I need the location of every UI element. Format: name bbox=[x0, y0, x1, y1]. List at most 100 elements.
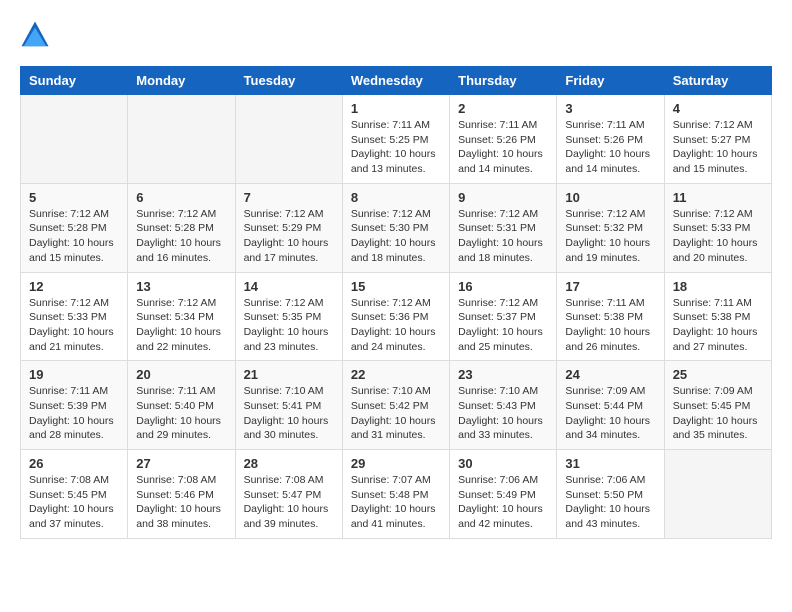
week-row-4: 19Sunrise: 7:11 AM Sunset: 5:39 PM Dayli… bbox=[21, 361, 772, 450]
day-info: Sunrise: 7:11 AM Sunset: 5:38 PM Dayligh… bbox=[673, 296, 763, 355]
day-info: Sunrise: 7:08 AM Sunset: 5:46 PM Dayligh… bbox=[136, 473, 226, 532]
day-number: 17 bbox=[565, 279, 655, 294]
day-info: Sunrise: 7:09 AM Sunset: 5:44 PM Dayligh… bbox=[565, 384, 655, 443]
day-cell: 9 Sunrise: 7:12 AM Sunset: 5:31 PM Daylig… bbox=[450, 183, 557, 272]
day-info: Sunrise: 7:12 AM Sunset: 5:28 PM Dayligh… bbox=[29, 207, 119, 266]
day-cell: 19Sunrise: 7:11 AM Sunset: 5:39 PM Dayli… bbox=[21, 361, 128, 450]
day-info: Sunrise: 7:10 AM Sunset: 5:41 PM Dayligh… bbox=[244, 384, 334, 443]
day-number: 10 bbox=[565, 190, 655, 205]
day-number: 23 bbox=[458, 367, 548, 382]
day-info: Sunrise: 7:08 AM Sunset: 5:45 PM Dayligh… bbox=[29, 473, 119, 532]
logo-icon bbox=[20, 20, 50, 50]
day-cell bbox=[235, 95, 342, 184]
day-number: 6 bbox=[136, 190, 226, 205]
day-cell: 1 Sunrise: 7:11 AM Sunset: 5:25 PM Daylig… bbox=[342, 95, 449, 184]
day-number: 4 bbox=[673, 101, 763, 116]
day-info: Sunrise: 7:11 AM Sunset: 5:25 PM Dayligh… bbox=[351, 118, 441, 177]
day-number: 3 bbox=[565, 101, 655, 116]
day-number: 30 bbox=[458, 456, 548, 471]
day-cell: 13Sunrise: 7:12 AM Sunset: 5:34 PM Dayli… bbox=[128, 272, 235, 361]
day-info: Sunrise: 7:07 AM Sunset: 5:48 PM Dayligh… bbox=[351, 473, 441, 532]
day-cell: 18 Sunrise: 7:11 AM Sunset: 5:38 PM Dayli… bbox=[664, 272, 771, 361]
day-number: 12 bbox=[29, 279, 119, 294]
col-header-thursday: Thursday bbox=[450, 67, 557, 95]
day-cell: 7 Sunrise: 7:12 AM Sunset: 5:29 PM Daylig… bbox=[235, 183, 342, 272]
day-info: Sunrise: 7:10 AM Sunset: 5:42 PM Dayligh… bbox=[351, 384, 441, 443]
day-cell bbox=[128, 95, 235, 184]
day-cell: 20Sunrise: 7:11 AM Sunset: 5:40 PM Dayli… bbox=[128, 361, 235, 450]
day-cell: 30 Sunrise: 7:06 AM Sunset: 5:49 PM Dayli… bbox=[450, 450, 557, 539]
day-number: 16 bbox=[458, 279, 548, 294]
day-cell: 6Sunrise: 7:12 AM Sunset: 5:28 PM Daylig… bbox=[128, 183, 235, 272]
logo bbox=[20, 20, 54, 50]
day-cell: 24Sunrise: 7:09 AM Sunset: 5:44 PM Dayli… bbox=[557, 361, 664, 450]
col-header-sunday: Sunday bbox=[21, 67, 128, 95]
day-number: 28 bbox=[244, 456, 334, 471]
day-cell: 16 Sunrise: 7:12 AM Sunset: 5:37 PM Dayli… bbox=[450, 272, 557, 361]
day-cell: 27 Sunrise: 7:08 AM Sunset: 5:46 PM Dayli… bbox=[128, 450, 235, 539]
day-number: 1 bbox=[351, 101, 441, 116]
day-number: 31 bbox=[565, 456, 655, 471]
day-cell: 15 Sunrise: 7:12 AM Sunset: 5:36 PM Dayli… bbox=[342, 272, 449, 361]
day-number: 8 bbox=[351, 190, 441, 205]
day-cell: 26 Sunrise: 7:08 AM Sunset: 5:45 PM Dayli… bbox=[21, 450, 128, 539]
week-row-5: 26 Sunrise: 7:08 AM Sunset: 5:45 PM Dayli… bbox=[21, 450, 772, 539]
day-info: Sunrise: 7:11 AM Sunset: 5:39 PM Dayligh… bbox=[29, 384, 119, 443]
col-header-friday: Friday bbox=[557, 67, 664, 95]
day-number: 22 bbox=[351, 367, 441, 382]
day-info: Sunrise: 7:06 AM Sunset: 5:49 PM Dayligh… bbox=[458, 473, 548, 532]
col-header-saturday: Saturday bbox=[664, 67, 771, 95]
day-info: Sunrise: 7:12 AM Sunset: 5:31 PM Dayligh… bbox=[458, 207, 548, 266]
calendar-table: SundayMondayTuesdayWednesdayThursdayFrid… bbox=[20, 66, 772, 539]
day-number: 7 bbox=[244, 190, 334, 205]
day-number: 11 bbox=[673, 190, 763, 205]
day-cell: 14Sunrise: 7:12 AM Sunset: 5:35 PM Dayli… bbox=[235, 272, 342, 361]
day-number: 29 bbox=[351, 456, 441, 471]
day-cell: 5 Sunrise: 7:12 AM Sunset: 5:28 PM Daylig… bbox=[21, 183, 128, 272]
day-info: Sunrise: 7:12 AM Sunset: 5:36 PM Dayligh… bbox=[351, 296, 441, 355]
day-cell: 22 Sunrise: 7:10 AM Sunset: 5:42 PM Dayli… bbox=[342, 361, 449, 450]
day-info: Sunrise: 7:11 AM Sunset: 5:26 PM Dayligh… bbox=[565, 118, 655, 177]
day-number: 15 bbox=[351, 279, 441, 294]
day-cell: 31 Sunrise: 7:06 AM Sunset: 5:50 PM Dayli… bbox=[557, 450, 664, 539]
day-info: Sunrise: 7:12 AM Sunset: 5:27 PM Dayligh… bbox=[673, 118, 763, 177]
day-number: 9 bbox=[458, 190, 548, 205]
day-cell: 12 Sunrise: 7:12 AM Sunset: 5:33 PM Dayli… bbox=[21, 272, 128, 361]
day-cell: 10Sunrise: 7:12 AM Sunset: 5:32 PM Dayli… bbox=[557, 183, 664, 272]
day-cell: 23Sunrise: 7:10 AM Sunset: 5:43 PM Dayli… bbox=[450, 361, 557, 450]
day-number: 25 bbox=[673, 367, 763, 382]
page-header bbox=[20, 20, 772, 50]
day-info: Sunrise: 7:06 AM Sunset: 5:50 PM Dayligh… bbox=[565, 473, 655, 532]
day-number: 2 bbox=[458, 101, 548, 116]
day-number: 13 bbox=[136, 279, 226, 294]
day-number: 18 bbox=[673, 279, 763, 294]
day-info: Sunrise: 7:12 AM Sunset: 5:30 PM Dayligh… bbox=[351, 207, 441, 266]
day-info: Sunrise: 7:11 AM Sunset: 5:26 PM Dayligh… bbox=[458, 118, 548, 177]
col-header-monday: Monday bbox=[128, 67, 235, 95]
day-cell: 4 Sunrise: 7:12 AM Sunset: 5:27 PM Daylig… bbox=[664, 95, 771, 184]
day-info: Sunrise: 7:11 AM Sunset: 5:38 PM Dayligh… bbox=[565, 296, 655, 355]
day-info: Sunrise: 7:12 AM Sunset: 5:37 PM Dayligh… bbox=[458, 296, 548, 355]
col-header-wednesday: Wednesday bbox=[342, 67, 449, 95]
day-number: 5 bbox=[29, 190, 119, 205]
day-number: 26 bbox=[29, 456, 119, 471]
day-info: Sunrise: 7:08 AM Sunset: 5:47 PM Dayligh… bbox=[244, 473, 334, 532]
week-row-3: 12 Sunrise: 7:12 AM Sunset: 5:33 PM Dayli… bbox=[21, 272, 772, 361]
week-row-1: 1 Sunrise: 7:11 AM Sunset: 5:25 PM Daylig… bbox=[21, 95, 772, 184]
day-info: Sunrise: 7:12 AM Sunset: 5:33 PM Dayligh… bbox=[29, 296, 119, 355]
day-cell: 11Sunrise: 7:12 AM Sunset: 5:33 PM Dayli… bbox=[664, 183, 771, 272]
day-cell: 3 Sunrise: 7:11 AM Sunset: 5:26 PM Daylig… bbox=[557, 95, 664, 184]
day-cell: 8 Sunrise: 7:12 AM Sunset: 5:30 PM Daylig… bbox=[342, 183, 449, 272]
day-cell: 29 Sunrise: 7:07 AM Sunset: 5:48 PM Dayli… bbox=[342, 450, 449, 539]
day-number: 27 bbox=[136, 456, 226, 471]
day-cell: 17 Sunrise: 7:11 AM Sunset: 5:38 PM Dayli… bbox=[557, 272, 664, 361]
week-row-2: 5 Sunrise: 7:12 AM Sunset: 5:28 PM Daylig… bbox=[21, 183, 772, 272]
calendar-header-row: SundayMondayTuesdayWednesdayThursdayFrid… bbox=[21, 67, 772, 95]
day-info: Sunrise: 7:09 AM Sunset: 5:45 PM Dayligh… bbox=[673, 384, 763, 443]
col-header-tuesday: Tuesday bbox=[235, 67, 342, 95]
day-cell: 21Sunrise: 7:10 AM Sunset: 5:41 PM Dayli… bbox=[235, 361, 342, 450]
day-info: Sunrise: 7:12 AM Sunset: 5:29 PM Dayligh… bbox=[244, 207, 334, 266]
day-info: Sunrise: 7:11 AM Sunset: 5:40 PM Dayligh… bbox=[136, 384, 226, 443]
day-cell: 25 Sunrise: 7:09 AM Sunset: 5:45 PM Dayli… bbox=[664, 361, 771, 450]
day-cell bbox=[664, 450, 771, 539]
